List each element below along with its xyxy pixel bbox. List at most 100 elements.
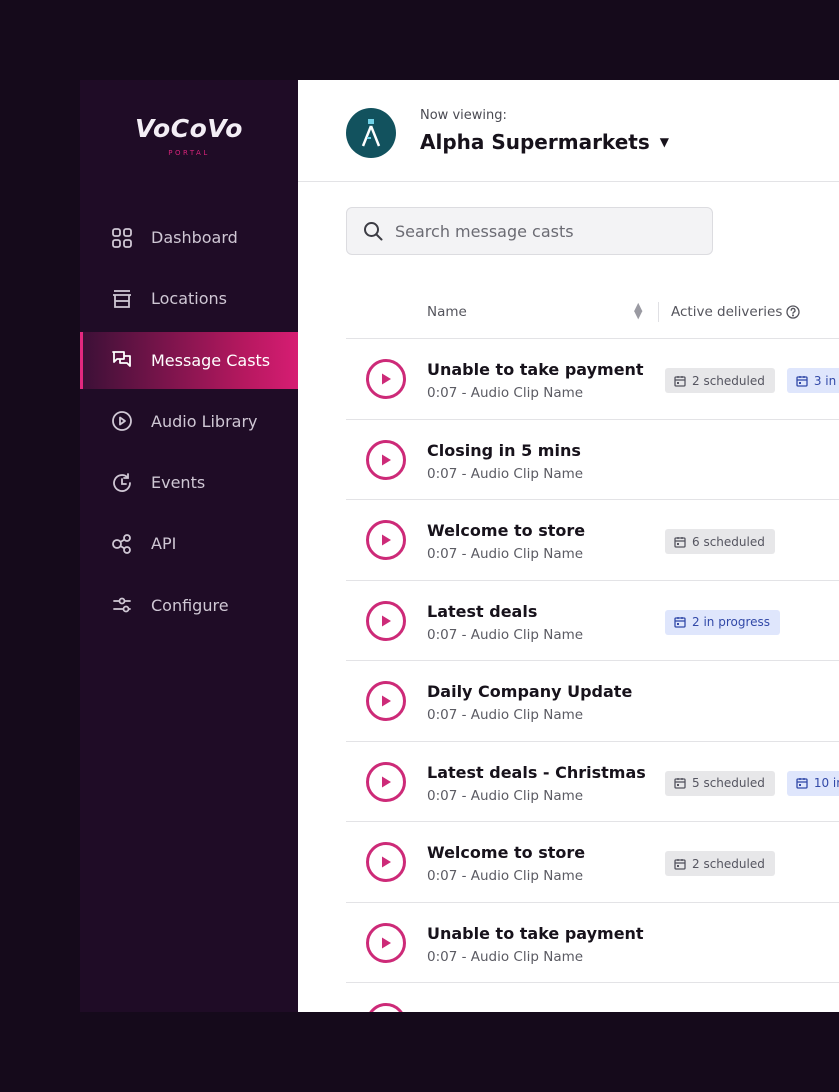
message-cast-title[interactable]: Welcome to store [427, 843, 585, 862]
calendar-icon [796, 375, 808, 387]
message-cast-subtitle: 0:07 - Audio Clip Name [427, 385, 584, 401]
delivery-badges: 2 scheduled 3 in [665, 368, 839, 393]
scheduled-badge: 6 scheduled [665, 529, 775, 554]
message-cast-subtitle: 0:07 - Audio Clip Name [427, 948, 584, 965]
calendar-icon [674, 858, 686, 870]
table-row[interactable]: Closing in 5 mins 0:07 - Audio Clip Name [346, 420, 839, 500]
message-cast-subtitle: 0:07 - Audio Clip Name [427, 546, 584, 562]
sidebar-item-message-casts[interactable]: Message Casts [80, 331, 298, 389]
column-header-name[interactable]: Name [427, 304, 467, 320]
table-header: Name ▲ ▼ Active deliveries [346, 300, 839, 339]
message-cast-title[interactable]: Daily Company Update [427, 682, 632, 701]
api-nodes-icon [110, 532, 134, 556]
sidebar-item-dashboard[interactable]: Dashboard [80, 209, 298, 266]
sidebar-item-label: Locations [151, 289, 228, 309]
store-icon [110, 287, 134, 311]
scheduled-count: 5 scheduled [692, 776, 765, 790]
now-viewing-label: Now viewing: [420, 108, 507, 123]
sidebar-item-label: Message Casts [151, 350, 271, 370]
sidebar-nav: Dashboard Locations Message Casts Audio … [80, 209, 298, 638]
table-row[interactable]: Unable to take payment 0:07 - Audio Clip… [346, 339, 839, 420]
message-cast-subtitle: 0:07 - Audio Clip Name [427, 465, 584, 482]
play-button[interactable] [366, 761, 406, 802]
message-cast-title[interactable]: Closing in 5 mins [427, 441, 581, 460]
sidebar-item-locations[interactable]: Locations [80, 270, 298, 327]
message-cast-list: Unable to take payment 0:07 - Audio Clip… [346, 339, 839, 1012]
scheduled-badge: 5 scheduled [665, 770, 775, 796]
in-progress-badge: 3 in [786, 368, 839, 393]
calendar-icon [796, 777, 808, 789]
column-divider [658, 302, 659, 322]
sidebar-item-api[interactable]: API [80, 515, 298, 572]
play-button[interactable] [366, 681, 406, 721]
play-button[interactable] [366, 842, 406, 882]
delivery-badges: 2 scheduled [665, 851, 787, 876]
app-window: VoCoVo PORTAL Dashboard Locations Messag… [80, 80, 839, 1012]
logo-subtitle: PORTAL [168, 149, 210, 157]
vocovo-logo[interactable]: VoCoVo PORTAL [80, 114, 298, 157]
logo-text: VoCoVo [135, 114, 243, 143]
delivery-badges: 2 in progress [665, 609, 792, 635]
message-cast-subtitle: 0:07 - Audio Clip Name [427, 707, 584, 723]
in-progress-count: 3 in [813, 373, 837, 388]
in-progress-count: 10 in [813, 776, 839, 790]
grid-icon [110, 226, 134, 250]
message-cast-subtitle: 0:07 - Audio Clip Name [427, 868, 584, 884]
org-logo [346, 108, 396, 158]
play-button[interactable] [366, 359, 406, 399]
message-cast-title[interactable]: Latest deals [427, 602, 537, 621]
scheduled-count: 6 scheduled [692, 534, 765, 549]
sliders-icon [110, 593, 134, 617]
play-button[interactable] [366, 520, 406, 560]
search-box[interactable] [346, 207, 713, 255]
scheduled-badge: 2 scheduled [665, 368, 775, 393]
scheduled-count: 2 scheduled [692, 373, 765, 388]
scheduled-count: 2 scheduled [692, 856, 765, 871]
play-button[interactable] [366, 922, 406, 963]
table-row[interactable]: Welcome to store 0:07 - Audio Clip Name … [346, 822, 839, 903]
search-icon [363, 221, 383, 241]
sidebar-item-events[interactable]: Events [80, 454, 298, 511]
sidebar-item-label: Audio Library [151, 411, 258, 431]
message-cast-title[interactable]: Unable to take payment [427, 360, 644, 379]
play-button[interactable] [366, 600, 406, 641]
sidebar-item-configure[interactable]: Configure [80, 577, 298, 634]
play-circle-icon [110, 409, 134, 433]
sidebar-item-label: Dashboard [151, 228, 238, 247]
header: Now viewing: Alpha Supermarkets ▼ [298, 80, 839, 182]
table-row[interactable]: Daily Company Update 0:07 - Audio Clip N… [346, 661, 839, 742]
calendar-icon [674, 616, 686, 628]
table-row[interactable] [346, 983, 839, 1012]
message-cast-subtitle: 0:07 - Audio Clip Name [427, 787, 584, 804]
caret-down-icon: ▼ [659, 135, 669, 149]
help-icon[interactable] [786, 305, 801, 319]
table-row[interactable]: Welcome to store 0:07 - Audio Clip Name … [346, 500, 839, 581]
column-header-label: Active deliveries [671, 304, 783, 320]
calendar-icon [674, 777, 686, 789]
sidebar-item-label: Configure [151, 595, 229, 615]
play-button[interactable] [366, 1003, 406, 1012]
org-switcher[interactable]: Alpha Supermarkets ▼ [420, 130, 669, 154]
main-content: Now viewing: Alpha Supermarkets ▼ Name ▲… [298, 80, 839, 1012]
in-progress-badge: 2 in progress [665, 609, 781, 635]
message-cast-title[interactable]: Latest deals - Christmas [427, 763, 646, 782]
in-progress-count: 2 in progress [692, 615, 771, 629]
message-cast-title[interactable]: Welcome to store [427, 521, 585, 540]
sidebar-item-label: Events [151, 473, 206, 493]
sort-icon[interactable]: ▲ ▼ [634, 301, 642, 320]
calendar-icon [674, 536, 686, 548]
calendar-icon [674, 375, 686, 387]
delivery-badges: 6 scheduled [665, 529, 787, 554]
table-row[interactable]: Unable to take payment 0:07 - Audio Clip… [346, 903, 839, 983]
table-row[interactable]: Latest deals - Christmas 0:07 - Audio Cl… [346, 742, 839, 822]
column-header-active-deliveries: Active deliveries [671, 304, 801, 320]
clock-history-icon [110, 471, 134, 495]
message-cast-title[interactable]: Unable to take payment [427, 924, 644, 943]
delivery-badges: 5 scheduled 10 in [665, 770, 839, 796]
in-progress-badge: 10 in [786, 770, 839, 796]
search-input[interactable] [393, 220, 697, 242]
play-button[interactable] [366, 439, 406, 480]
sidebar-item-audio-library[interactable]: Audio Library [80, 393, 298, 450]
table-row[interactable]: Latest deals 0:07 - Audio Clip Name 2 in… [346, 581, 839, 661]
message-cast-subtitle: 0:07 - Audio Clip Name [427, 626, 584, 643]
